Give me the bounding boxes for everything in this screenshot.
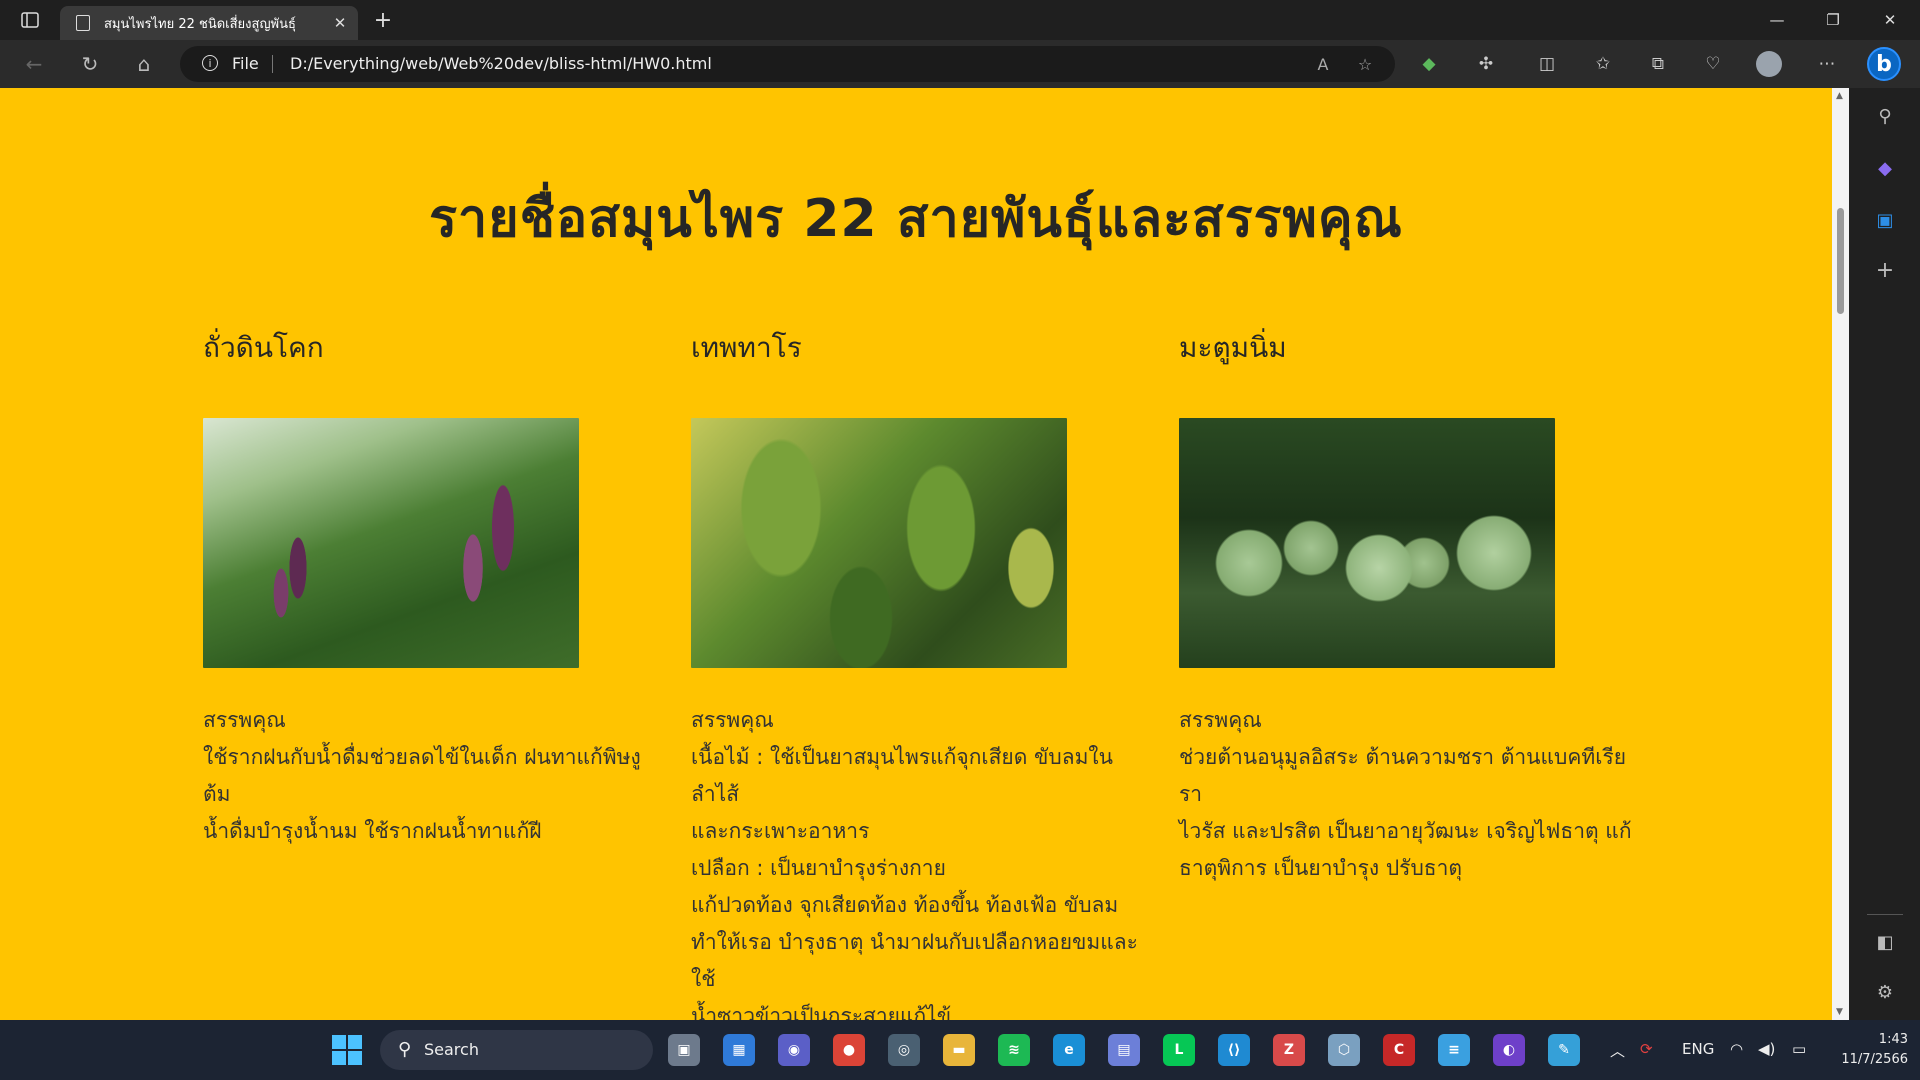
- herb-name: เทพทาโร: [691, 331, 802, 364]
- page-viewport: รายชื่อสมุนไพร 22 สายพันธุ์และสรรพคุณ ถั…: [0, 88, 1832, 1020]
- page-scrollbar[interactable]: ▲ ▼: [1832, 88, 1849, 1020]
- benefit-text: ใช้รากฝนกับน้ำดื่มช่วยลดไข้ในเด็ก ฝนทาแก…: [203, 745, 641, 843]
- copilot-icon[interactable]: ◆: [1871, 154, 1899, 182]
- new-tab-button[interactable]: +: [368, 6, 398, 34]
- wifi-icon[interactable]: ◠: [1730, 1040, 1743, 1058]
- vscode-icon[interactable]: ⟨⟩: [1218, 1034, 1250, 1066]
- scroll-down-icon[interactable]: ▼: [1836, 1007, 1843, 1017]
- favorites-icon[interactable]: ✩: [1588, 49, 1618, 79]
- taskbar-search[interactable]: ⚲ Search: [380, 1030, 653, 1070]
- address-separator: [272, 55, 273, 73]
- volume-icon[interactable]: ◀): [1758, 1040, 1775, 1058]
- search-label: Search: [424, 1040, 479, 1059]
- outlook-icon[interactable]: ▣: [1871, 206, 1899, 234]
- benefit-text: เนื้อไม้ : ใช้เป็นยาสมุนไพรแก้จุกเสียด ข…: [691, 745, 1138, 1020]
- address-bar[interactable]: i File D:/Everything/web/Web%20dev/bliss…: [180, 46, 1395, 82]
- restore-button[interactable]: ❐: [1805, 0, 1861, 40]
- benefit-label: สรรพคุณ: [203, 708, 286, 732]
- minimize-button[interactable]: —: [1749, 0, 1805, 40]
- page-title: รายชื่อสมุนไพร 22 สายพันธุ์และสรรพคุณ: [429, 189, 1403, 249]
- puzzle-icon[interactable]: ✣: [1471, 49, 1501, 79]
- search-icon: ⚲: [398, 1039, 412, 1060]
- sidebar-divider: [1867, 914, 1903, 915]
- widgets-icon[interactable]: ▦: [723, 1034, 755, 1066]
- battery-icon[interactable]: ▭: [1792, 1040, 1806, 1058]
- health-icon[interactable]: ♡: [1698, 49, 1728, 79]
- close-button[interactable]: ✕: [1862, 0, 1918, 40]
- herb-image: [1179, 418, 1555, 668]
- benefit-label: สรรพคุณ: [691, 708, 774, 732]
- file-explorer-icon[interactable]: ▬: [943, 1034, 975, 1066]
- devcpp-icon[interactable]: C: [1383, 1034, 1415, 1066]
- herb-card: ถั่วดินโคก สรรพคุณ ใช้รากฝนกับน้ำดื่มช่ว…: [203, 326, 663, 850]
- clock-time: 1:43: [1878, 1032, 1908, 1047]
- back-icon[interactable]: ←: [18, 49, 50, 79]
- clock-date: 11/7/2566: [1841, 1052, 1908, 1067]
- herb-name: ถั่วดินโคก: [203, 331, 324, 364]
- tab-active[interactable]: สมุนไพรไทย 22 ชนิดเสี่ยงสูญพันธุ์ ✕: [60, 6, 358, 40]
- settings-icon[interactable]: ⚙: [1871, 978, 1899, 1006]
- bing-icon[interactable]: b: [1867, 47, 1901, 81]
- herb-card: มะตูมนิ่ม สรรพคุณ ช่วยต้านอนุมูลอิสระ ต้…: [1179, 326, 1639, 887]
- more-icon[interactable]: ⋯: [1812, 49, 1842, 79]
- herb-name: มะตูมนิ่ม: [1179, 331, 1287, 364]
- herb-image: [691, 418, 1067, 668]
- chrome-icon[interactable]: ●: [833, 1034, 865, 1066]
- browser-title-bar: สมุนไพรไทย 22 ชนิดเสี่ยงสูญพันธุ์ ✕ + — …: [0, 0, 1920, 40]
- spotify-icon[interactable]: ≋: [998, 1034, 1030, 1066]
- sketch-app-icon[interactable]: Z: [1273, 1034, 1305, 1066]
- info-icon[interactable]: i: [202, 55, 218, 71]
- split-screen-icon[interactable]: ◫: [1532, 49, 1562, 79]
- language-indicator[interactable]: ENG: [1682, 1040, 1714, 1058]
- home-icon[interactable]: ⌂: [128, 49, 160, 79]
- extension-icon[interactable]: ◆: [1414, 49, 1444, 79]
- collections-icon[interactable]: ⧉: [1643, 49, 1673, 79]
- scroll-up-icon[interactable]: ▲: [1836, 91, 1843, 101]
- show-hidden-icon[interactable]: ︿: [1610, 1040, 1625, 1061]
- app-circle-icon[interactable]: ◎: [888, 1034, 920, 1066]
- refresh-icon[interactable]: ↻: [74, 49, 106, 79]
- profile-icon[interactable]: [1756, 51, 1782, 77]
- tab-title: สมุนไพรไทย 22 ชนิดเสี่ยงสูญพันธุ์: [104, 16, 296, 32]
- address-prefix: File: [232, 54, 259, 73]
- line-icon[interactable]: L: [1163, 1034, 1195, 1066]
- teams-chat-icon[interactable]: ◉: [778, 1034, 810, 1066]
- document-icon: [76, 15, 90, 31]
- tab-close-icon[interactable]: ✕: [328, 14, 352, 32]
- herb-image: [203, 418, 579, 668]
- paint-icon[interactable]: ✎: [1548, 1034, 1580, 1066]
- box-app-icon[interactable]: ⬡: [1328, 1034, 1360, 1066]
- search-icon[interactable]: ⚲: [1871, 102, 1899, 130]
- start-icon[interactable]: [332, 1035, 362, 1065]
- add-icon[interactable]: +: [1871, 256, 1899, 284]
- read-aloud-icon[interactable]: A: [1310, 52, 1336, 76]
- scroll-thumb[interactable]: [1837, 208, 1844, 314]
- herb-card: เทพทาโร สรรพคุณ เนื้อไม้ : ใช้เป็นยาสมุน…: [691, 326, 1151, 1020]
- taskbar-clock[interactable]: 1:43 11/7/2566: [1828, 1030, 1908, 1070]
- edge-sidebar: ⚲ ◆ ▣ + ◧ ⚙: [1849, 88, 1920, 1020]
- task-view-icon[interactable]: ▣: [668, 1034, 700, 1066]
- benefit-label: สรรพคุณ: [1179, 708, 1262, 732]
- notepad-icon[interactable]: ≡: [1438, 1034, 1470, 1066]
- tab-actions-icon[interactable]: [18, 10, 42, 30]
- photo-app-icon[interactable]: ▤: [1108, 1034, 1140, 1066]
- github-icon[interactable]: ◐: [1493, 1034, 1525, 1066]
- sync-icon[interactable]: ⟳: [1640, 1040, 1653, 1058]
- url-text[interactable]: D:/Everything/web/Web%20dev/bliss-html/H…: [290, 54, 712, 73]
- panel-icon[interactable]: ◧: [1871, 928, 1899, 956]
- benefit-text: ช่วยต้านอนุมูลอิสระ ต้านความชรา ต้านแบคท…: [1179, 745, 1632, 880]
- edge-icon[interactable]: e: [1053, 1034, 1085, 1066]
- favorite-star-icon[interactable]: ☆: [1352, 52, 1378, 76]
